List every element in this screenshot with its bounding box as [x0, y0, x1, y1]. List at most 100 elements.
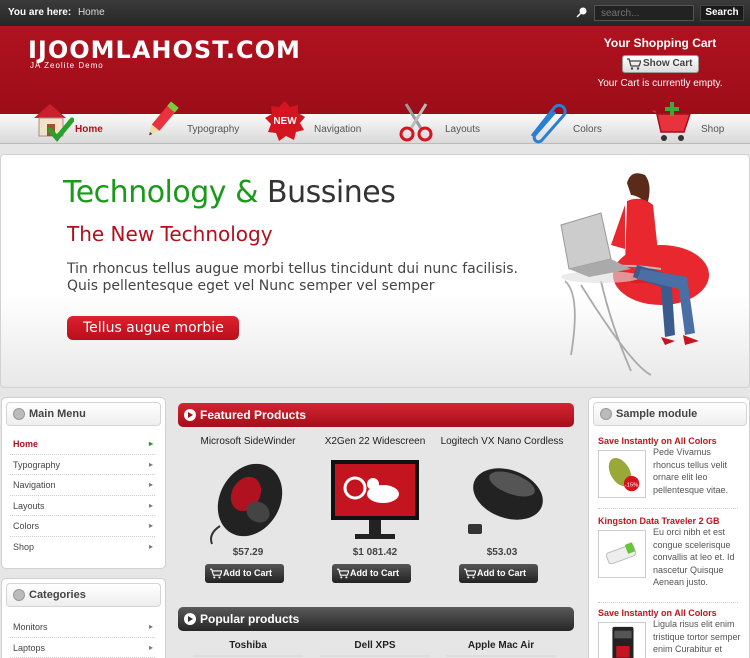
scissors-icon — [399, 103, 433, 142]
bullet-icon — [13, 589, 25, 601]
category-label: Laptops — [13, 642, 46, 653]
paperclip-icon — [530, 103, 567, 144]
wireless-mouse-product-image[interactable] — [452, 454, 552, 546]
sample-item-title[interactable]: Save Instantly on All Colors — [598, 608, 738, 618]
memory-card-thumbnail[interactable] — [598, 622, 646, 658]
nav-item-navigation[interactable]: NEW Navigation — [264, 101, 374, 144]
menu-label: Home — [13, 439, 39, 449]
search-button[interactable]: Search — [700, 5, 744, 21]
sample-module-box: Sample module Save Instantly on All Colo… — [588, 397, 750, 658]
menu-label: Typography — [13, 459, 61, 470]
sample-item: Save Instantly on All Colors -15% Pede V… — [598, 436, 738, 498]
featured-products-header: Featured Products — [178, 403, 574, 427]
usb-drive-thumbnail[interactable] — [598, 530, 646, 578]
categories-list: Monitors ▸ Laptops ▸ — [10, 617, 155, 658]
add-to-cart-button[interactable]: Add to Cart — [332, 564, 411, 583]
menu-item-colors[interactable]: Colors ▸ — [10, 516, 155, 537]
breadcrumb-label: You are here: — [8, 7, 72, 18]
main-menu-list: Home ▸ Typography ▸ Navigation ▸ Layouts ▸ C… — [10, 434, 155, 557]
categories-title: Categories — [6, 583, 161, 607]
pencil-icon — [149, 101, 179, 136]
add-to-cart-label: Add to Cart — [223, 568, 272, 578]
divider — [446, 655, 556, 657]
arrow-right-icon: ▸ — [148, 521, 153, 530]
bullet-icon — [184, 613, 196, 625]
monitor-product-image[interactable] — [325, 454, 425, 546]
svg-text:NEW: NEW — [273, 116, 297, 127]
banner-text: Tin rhoncus tellus augue morbi tellus ti… — [67, 261, 519, 294]
category-item-monitors[interactable]: Monitors ▸ — [10, 617, 155, 638]
banner-title: Technology & Bussines — [63, 175, 396, 210]
search-icon — [576, 7, 587, 18]
banner-title-green: Technology & — [63, 175, 258, 210]
product-name[interactable]: Microsoft SideWinder — [185, 436, 311, 447]
product-price: $1 081.42 — [352, 547, 398, 558]
cart-icon — [210, 568, 222, 579]
banner-cta-button[interactable]: Tellus augue morbie — [67, 316, 239, 340]
cart-icon — [627, 58, 641, 70]
arrow-right-icon: ▸ — [148, 459, 153, 469]
show-cart-button[interactable]: Show Cart — [622, 55, 699, 73]
categories-title-text: Categories — [29, 589, 86, 601]
nav-label-home: Home — [75, 124, 103, 135]
mouse-product-image[interactable] — [198, 454, 298, 546]
menu-item-home[interactable]: Home ▸ — [10, 434, 155, 455]
menu-label: Shop — [13, 541, 35, 552]
menu-item-typography[interactable]: Typography ▸ — [10, 455, 155, 475]
nav-label-layouts: Layouts — [445, 124, 481, 135]
product-name[interactable]: X2Gen 22 Widescreen — [312, 436, 438, 447]
site-tagline: JA Zeolite Demo — [30, 61, 104, 70]
sample-item-text: Ligula risus elit enim tristique tortor … — [653, 619, 741, 654]
menu-item-navigation[interactable]: Navigation ▸ — [10, 475, 155, 496]
nav-item-typography[interactable]: Typography — [140, 101, 250, 144]
nav-label-typography: Typography — [187, 124, 240, 135]
sample-item: Kingston Data Traveler 2 GB Eu orci nibh… — [598, 516, 738, 587]
nav-item-shop[interactable]: Shop — [648, 102, 728, 144]
category-item-laptops[interactable]: Laptops ▸ — [10, 638, 155, 658]
sample-item-title[interactable]: Kingston Data Traveler 2 GB — [598, 516, 738, 526]
mouse-thumbnail[interactable]: -15% — [598, 450, 646, 498]
divider — [320, 655, 430, 657]
add-to-cart-button[interactable]: Add to Cart — [459, 564, 538, 583]
add-to-cart-button[interactable]: Add to Cart — [205, 564, 284, 583]
popular-product-name[interactable]: Dell XPS — [320, 640, 430, 651]
product-card: Microsoft SideWinder $57.29 Add to Cart — [185, 436, 311, 583]
banner-subtitle: The New Technology — [67, 222, 273, 246]
popular-product-name[interactable]: Toshiba — [193, 640, 303, 651]
shopping-cart-icon — [650, 102, 692, 141]
hero-banner: Technology & Bussines The New Technology… — [0, 154, 750, 388]
arrow-right-icon: ▸ — [148, 541, 153, 551]
product-price: $53.03 — [486, 547, 518, 558]
breadcrumb: You are here: Home — [8, 7, 105, 18]
product-name[interactable]: Logitech VX Nano Cordless — [439, 436, 565, 447]
main-menu-title: Main Menu — [6, 402, 161, 426]
site-logo[interactable]: IJOOMLAHOST.COM — [28, 36, 301, 64]
menu-item-shop[interactable]: Shop ▸ — [10, 537, 155, 558]
cart-icon — [464, 568, 476, 579]
categories-box: Categories Monitors ▸ Laptops ▸ — [1, 578, 166, 658]
menu-item-layouts[interactable]: Layouts ▸ — [10, 496, 155, 516]
popular-products-title: Popular products — [200, 612, 300, 626]
product-card: X2Gen 22 Widescreen $1 081.42 Add to Car… — [312, 436, 438, 583]
popular-product-name[interactable]: Apple Mac Air — [446, 640, 556, 651]
popular-products-header: Popular products — [178, 607, 574, 631]
bullet-icon — [600, 408, 612, 420]
sample-item: Save Instantly on All Colors Ligula risu… — [598, 608, 741, 658]
nav-item-home[interactable]: Home — [28, 104, 110, 144]
nav-item-colors[interactable]: Colors — [524, 103, 624, 144]
product-price: $57.29 — [232, 547, 264, 558]
nav-item-layouts[interactable]: Layouts — [396, 103, 496, 144]
site-header: IJOOMLAHOST.COM JA Zeolite Demo Your Sho… — [0, 26, 750, 114]
show-cart-label: Show Cart — [643, 58, 693, 69]
breadcrumb-home-link[interactable]: Home — [78, 7, 105, 18]
menu-label: Navigation — [13, 480, 56, 490]
nav-label-shop: Shop — [701, 124, 725, 135]
add-to-cart-label: Add to Cart — [477, 568, 526, 578]
search-input[interactable] — [594, 5, 694, 21]
main-nav: Home Typography NEW Navigation Layouts C… — [0, 101, 750, 144]
cart-icon — [337, 568, 349, 579]
divider — [598, 508, 738, 509]
sample-item-text: Pede Vivamus rhoncus tellus velit ornare… — [653, 447, 729, 495]
featured-products-title: Featured Products — [200, 408, 307, 422]
sample-item-title[interactable]: Save Instantly on All Colors — [598, 436, 738, 446]
